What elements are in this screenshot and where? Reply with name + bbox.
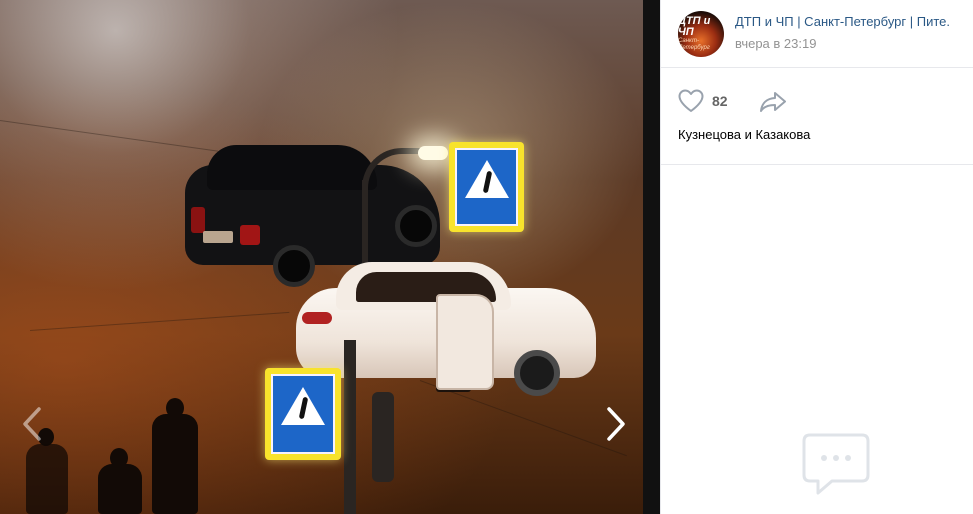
chevron-right-icon (607, 407, 625, 441)
traffic-light (372, 392, 394, 482)
group-name-link[interactable]: ДТП и ЧП | Санкт-Петербург | Пите. (735, 14, 971, 29)
likers-text[interactable]: Кузнецова и Казакова (678, 127, 810, 142)
photo[interactable] (0, 0, 643, 514)
share-arrow-icon (760, 92, 786, 112)
avatar-logo-subtext: Санкт-Петербург (678, 38, 710, 51)
avatar-logo-text: ДТП и ЧП (678, 15, 711, 38)
sign-pole (344, 340, 356, 514)
photo-scene (0, 0, 643, 514)
like-button[interactable]: 82 (678, 89, 728, 113)
pedestrian (98, 464, 142, 514)
group-avatar[interactable]: ДТП и ЧП Санкт-Петербург (678, 11, 724, 57)
pedestrian (152, 414, 198, 514)
crosswalk-sign (449, 142, 524, 232)
photo-viewer: ДТП и ЧП Санкт-Петербург ДТП и ЧП | Санк… (0, 0, 973, 514)
post-header: ДТП и ЧП Санкт-Петербург ДТП и ЧП | Санк… (661, 0, 973, 68)
post-timestamp[interactable]: вчера в 23:19 (735, 36, 816, 51)
share-button[interactable] (759, 91, 787, 118)
no-comments-placeholder (800, 431, 872, 497)
chevron-left-icon (23, 407, 41, 441)
like-count: 82 (712, 93, 728, 109)
pedestrian (26, 444, 68, 514)
next-photo-button[interactable] (596, 402, 636, 446)
street-lamp (418, 146, 448, 160)
heart-icon (678, 89, 704, 112)
viewer-divider (643, 0, 660, 514)
comment-bubble-icon (802, 433, 870, 495)
post-sidebar: ДТП и ЧП Санкт-Петербург ДТП и ЧП | Санк… (660, 0, 973, 514)
post-actions: 82 Кузнецова и Казакова (661, 69, 973, 165)
crosswalk-sign (265, 368, 341, 460)
white-car (296, 262, 601, 397)
prev-photo-button[interactable] (12, 402, 52, 446)
